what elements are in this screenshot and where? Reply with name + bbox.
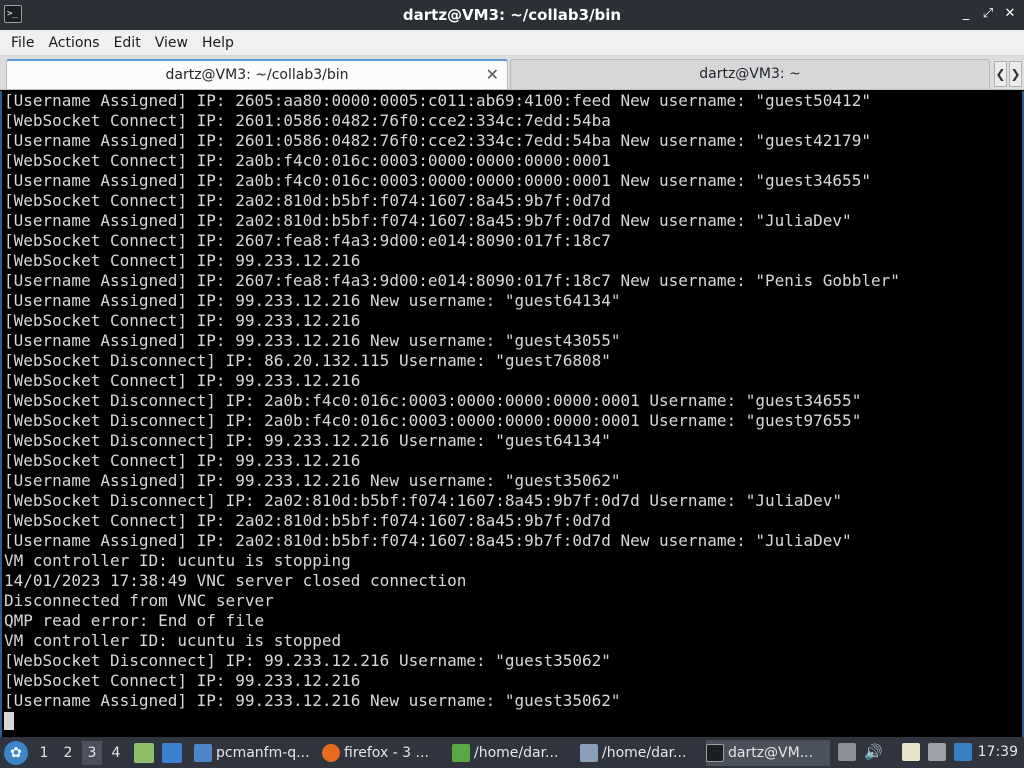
terminal-line: [WebSocket Connect] IP: 2a02:810d:b5bf:f… bbox=[4, 511, 611, 530]
desktop-1[interactable]: 1 bbox=[34, 741, 54, 765]
menu-actions[interactable]: Actions bbox=[41, 30, 106, 56]
close-button[interactable]: ✕ bbox=[1002, 5, 1018, 23]
terminal-line: [Username Assigned] IP: 2a0b:f4c0:016c:0… bbox=[4, 171, 871, 190]
terminal-line: [WebSocket Disconnect] IP: 86.20.132.115… bbox=[4, 351, 611, 370]
file-manager-launcher-icon[interactable] bbox=[134, 743, 154, 763]
task-label: dartz@VM... bbox=[728, 745, 814, 761]
maximize-button[interactable]: ⤢ bbox=[980, 5, 996, 23]
terminal-line: VM controller ID: ucuntu is stopped bbox=[4, 631, 342, 650]
terminal-line: [WebSocket Connect] IP: 2a02:810d:b5bf:f… bbox=[4, 191, 611, 210]
terminal-line: [Username Assigned] IP: 2605:aa80:0000:0… bbox=[4, 91, 871, 110]
terminal-line: [WebSocket Connect] IP: 2607:fea8:f4a3:9… bbox=[4, 231, 611, 250]
terminal-line: [Username Assigned] IP: 2601:0586:0482:7… bbox=[4, 131, 871, 150]
task-home-dar-1[interactable]: /home/dar... bbox=[452, 740, 574, 766]
tab-label: dartz@VM3: ~/collab3/bin bbox=[165, 67, 349, 83]
terminal-line: [Username Assigned] IP: 99.233.12.216 Ne… bbox=[4, 691, 621, 710]
terminal-line: [Username Assigned] IP: 2a02:810d:b5bf:f… bbox=[4, 531, 852, 550]
tab-scroll-right-icon[interactable]: ❯ bbox=[1009, 61, 1022, 87]
terminal-line: [WebSocket Connect] IP: 99.233.12.216 bbox=[4, 251, 361, 270]
terminal-line: [WebSocket Disconnect] IP: 99.233.12.216… bbox=[4, 651, 611, 670]
tab-collab3-bin[interactable]: dartz@VM3: ~/collab3/bin ✕ bbox=[6, 59, 508, 89]
task-terminal[interactable]: dartz@VM... bbox=[706, 740, 830, 766]
terminal-line: [WebSocket Disconnect] IP: 2a0b:f4c0:016… bbox=[4, 411, 862, 430]
tab-home[interactable]: dartz@VM3: ~ bbox=[510, 59, 990, 89]
terminal-line: [WebSocket Connect] IP: 2a0b:f4c0:016c:0… bbox=[4, 151, 611, 170]
volume-icon[interactable]: 🔊 bbox=[864, 743, 883, 761]
terminal-line: VM controller ID: ucuntu is stopping bbox=[4, 551, 351, 570]
terminal-line: [WebSocket Disconnect] IP: 2a02:810d:b5b… bbox=[4, 491, 843, 510]
clipboard-icon[interactable] bbox=[902, 743, 920, 761]
terminal-line: [WebSocket Connect] IP: 99.233.12.216 bbox=[4, 451, 361, 470]
task-label: firefox - 3 ... bbox=[344, 745, 429, 761]
start-menu-icon[interactable]: ✿ bbox=[4, 741, 28, 765]
terminal-cursor bbox=[4, 712, 14, 730]
terminal-line: 14/01/2023 17:38:49 VNC server closed co… bbox=[4, 571, 467, 590]
task-home-dar-2[interactable]: /home/dar... bbox=[580, 740, 700, 766]
menu-bar: File Actions Edit View Help bbox=[0, 30, 1024, 56]
terminal-line: [Username Assigned] IP: 99.233.12.216 Ne… bbox=[4, 471, 621, 490]
tab-close-icon[interactable]: ✕ bbox=[486, 61, 499, 89]
text-editor-icon bbox=[452, 744, 470, 762]
terminal-line: Disconnected from VNC server bbox=[4, 591, 274, 610]
task-label: /home/dar... bbox=[474, 745, 559, 761]
terminal-icon bbox=[706, 744, 724, 762]
desktop-2[interactable]: 2 bbox=[58, 741, 78, 765]
terminal-output[interactable]: [Username Assigned] IP: 2605:aa80:0000:0… bbox=[0, 91, 1024, 737]
tab-bar: dartz@VM3: ~/collab3/bin ✕ dartz@VM3: ~ … bbox=[0, 56, 1024, 90]
terminal-line: [WebSocket Connect] IP: 99.233.12.216 bbox=[4, 671, 361, 690]
firefox-icon bbox=[322, 744, 340, 762]
tray-app-icon[interactable] bbox=[838, 743, 856, 761]
network-icon[interactable] bbox=[954, 743, 972, 761]
terminal-prompt-line[interactable] bbox=[4, 711, 1022, 731]
editor-icon bbox=[580, 744, 598, 762]
terminal-line: [Username Assigned] IP: 99.233.12.216 Ne… bbox=[4, 331, 621, 350]
tab-label: dartz@VM3: ~ bbox=[699, 66, 801, 82]
task-label: /home/dar... bbox=[602, 745, 687, 761]
terminal-line: [WebSocket Connect] IP: 99.233.12.216 bbox=[4, 311, 361, 330]
show-desktop-icon[interactable] bbox=[162, 743, 182, 763]
terminal-line: [Username Assigned] IP: 2607:fea8:f4a3:9… bbox=[4, 271, 900, 290]
minimize-button[interactable]: _ bbox=[958, 5, 974, 23]
desktop-3[interactable]: 3 bbox=[82, 741, 102, 765]
terminal-line: [WebSocket Connect] IP: 2601:0586:0482:7… bbox=[4, 111, 611, 130]
window-titlebar[interactable]: >_ dartz@VM3: ~/collab3/bin _ ⤢ ✕ bbox=[0, 0, 1024, 30]
task-firefox[interactable]: firefox - 3 ... bbox=[322, 740, 446, 766]
task-label: pcmanfm-q... bbox=[216, 745, 310, 761]
menu-edit[interactable]: Edit bbox=[107, 30, 148, 56]
terminal-line: [Username Assigned] IP: 2a02:810d:b5bf:f… bbox=[4, 211, 852, 230]
desktop-4[interactable]: 4 bbox=[106, 741, 126, 765]
folder-icon bbox=[194, 744, 212, 762]
clock[interactable]: 17:39 bbox=[978, 737, 1018, 768]
menu-view[interactable]: View bbox=[148, 30, 195, 56]
menu-help[interactable]: Help bbox=[195, 30, 241, 56]
terminal-line: [WebSocket Disconnect] IP: 99.233.12.216… bbox=[4, 431, 611, 450]
task-pcmanfm[interactable]: pcmanfm-q... bbox=[194, 740, 316, 766]
terminal-line: [WebSocket Connect] IP: 99.233.12.216 bbox=[4, 371, 361, 390]
terminal-line: [Username Assigned] IP: 99.233.12.216 Ne… bbox=[4, 291, 621, 310]
terminal-line: [WebSocket Disconnect] IP: 2a0b:f4c0:016… bbox=[4, 391, 862, 410]
taskbar: ✿ 1 2 3 4 pcmanfm-q... firefox - 3 ... /… bbox=[0, 737, 1024, 768]
terminal-line: QMP read error: End of file bbox=[4, 611, 265, 630]
window-title: dartz@VM3: ~/collab3/bin bbox=[402, 6, 622, 24]
tab-scroll-left-icon[interactable]: ❮ bbox=[994, 61, 1007, 87]
menu-file[interactable]: File bbox=[4, 30, 41, 56]
display-icon[interactable] bbox=[928, 743, 946, 761]
